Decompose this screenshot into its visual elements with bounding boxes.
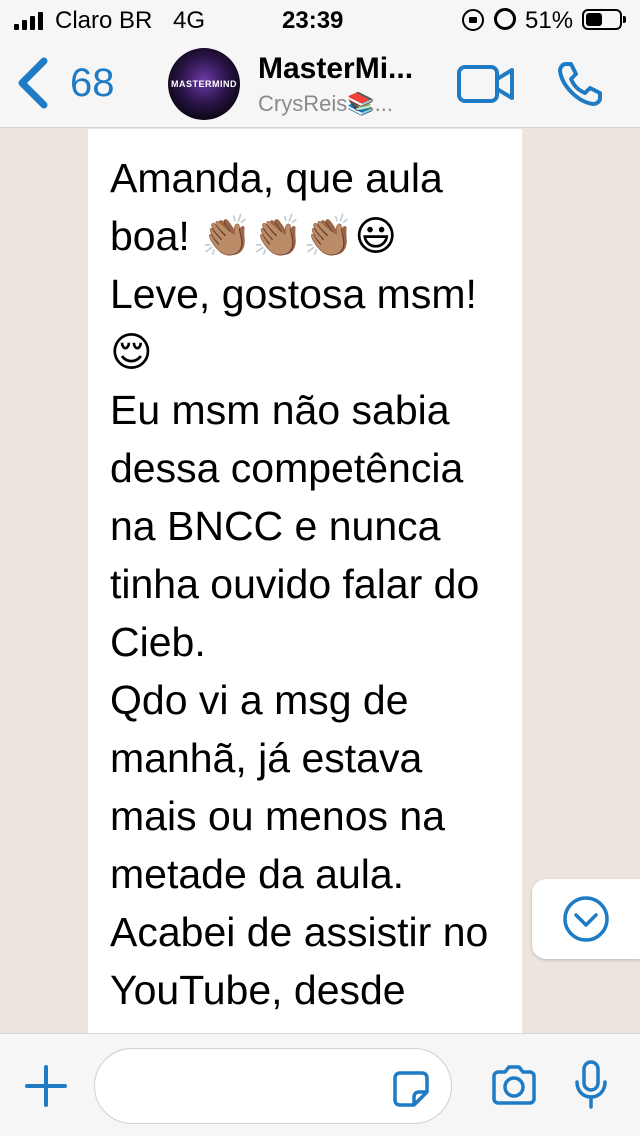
sticker-icon[interactable] <box>392 1070 430 1108</box>
status-time: 23:39 <box>282 7 344 34</box>
chat-title[interactable]: MasterMi... <box>258 52 413 86</box>
phone-icon[interactable] <box>556 60 604 108</box>
plus-icon[interactable] <box>24 1064 68 1108</box>
avatar-logo-text: MASTERMIND <box>171 79 237 89</box>
message-text: Amanda, que aula boa! 👏🏽👏🏽👏🏽😃 Leve, gost… <box>110 155 489 1013</box>
group-avatar[interactable]: MASTERMIND <box>168 48 240 120</box>
battery-icon <box>582 9 626 30</box>
chat-subtitle[interactable]: CrysReis📚... <box>258 91 393 117</box>
battery-percent: 51% <box>525 7 574 34</box>
message-bubble[interactable]: Amanda, que aula boa! 👏🏽👏🏽👏🏽😃 Leve, gost… <box>88 129 522 1033</box>
input-bar <box>0 1033 640 1136</box>
camera-icon[interactable] <box>490 1064 538 1106</box>
rotation-lock-icon <box>462 9 484 31</box>
network-type: 4G <box>173 7 206 34</box>
chat-area[interactable]: Amanda, que aula boa! 👏🏽👏🏽👏🏽😃 Leve, gost… <box>0 129 640 1033</box>
unread-count: 68 <box>70 60 115 105</box>
microphone-icon[interactable] <box>574 1060 608 1110</box>
chevron-left-icon <box>18 57 48 109</box>
scroll-down-button[interactable] <box>532 879 640 959</box>
chevron-down-circle-icon <box>563 896 609 942</box>
signal-strength-icon <box>14 12 43 30</box>
back-button[interactable]: 68 <box>14 52 134 114</box>
chat-header: 68 MASTERMIND MasterMi... CrysReis📚... <box>0 40 640 128</box>
alarm-icon <box>494 8 516 30</box>
video-camera-icon[interactable] <box>456 62 516 106</box>
battery-fill <box>586 13 603 26</box>
status-bar: Claro BR 4G 23:39 51% <box>0 0 640 40</box>
carrier-name: Claro BR <box>55 7 153 34</box>
